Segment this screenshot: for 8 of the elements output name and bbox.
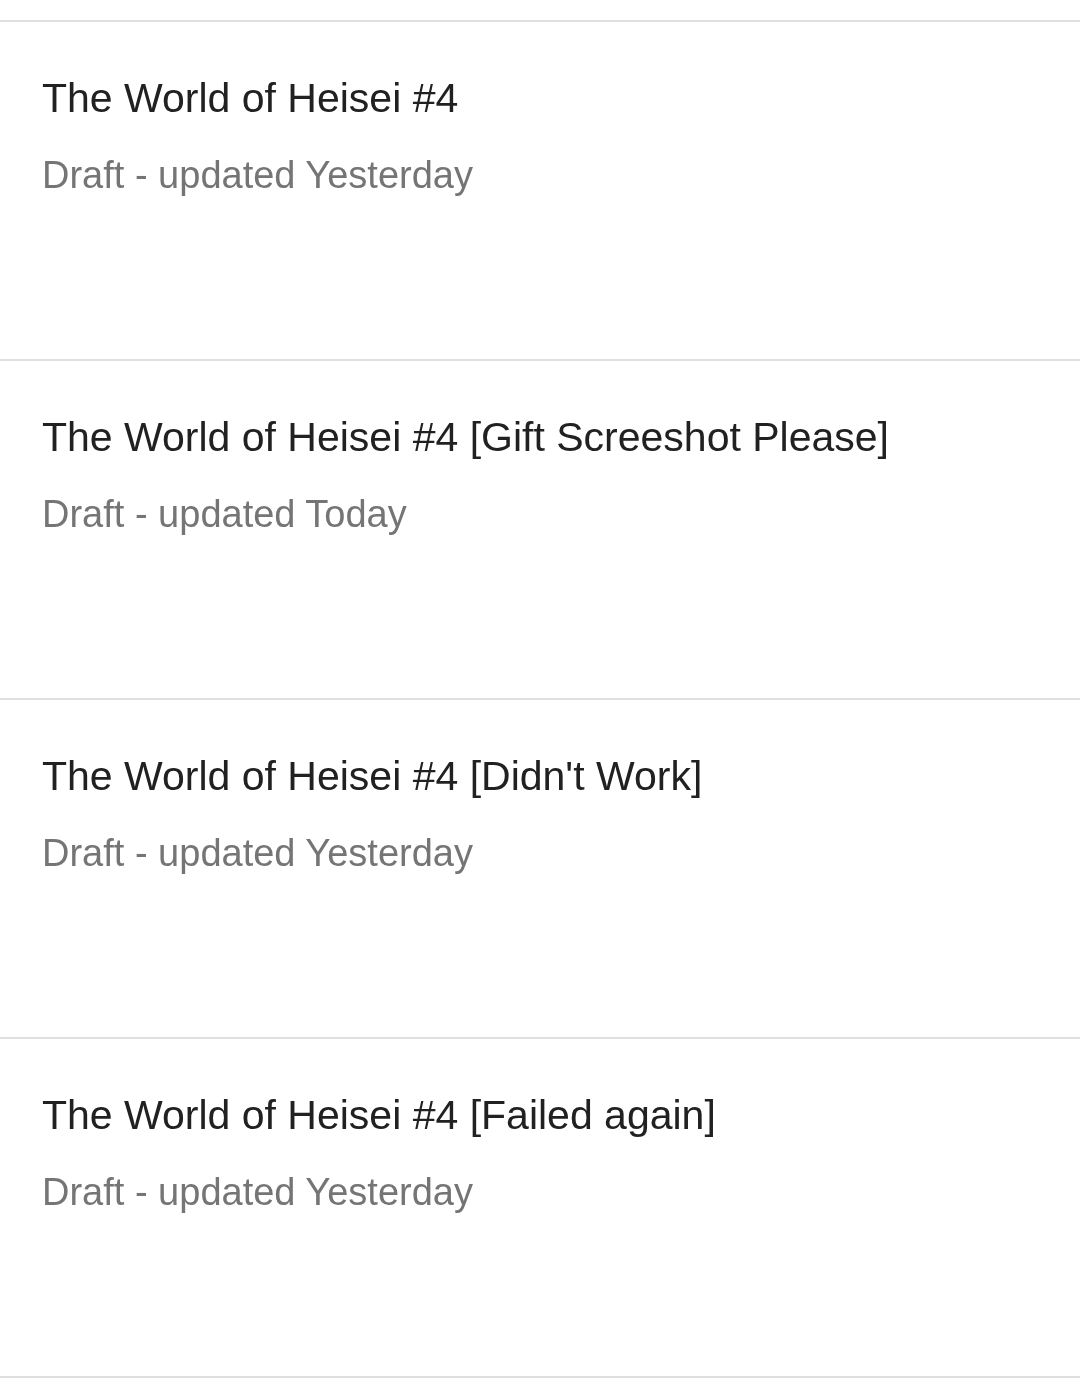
draft-status: Draft - updated Yesterday: [42, 1170, 473, 1215]
draft-title: The World of Heisei #4 [Failed again]: [42, 1091, 716, 1140]
draft-status: Draft - updated Yesterday: [42, 831, 473, 876]
draft-title: The World of Heisei #4 [Didn't Work]: [42, 752, 703, 801]
draft-title: The World of Heisei #4: [42, 74, 459, 123]
draft-title: The World of Heisei #4 [Gift Screeshot Please]: [42, 413, 889, 462]
draft-status: Draft - updated Yesterday: [42, 153, 473, 198]
draft-status: Draft - updated Today: [42, 492, 407, 537]
